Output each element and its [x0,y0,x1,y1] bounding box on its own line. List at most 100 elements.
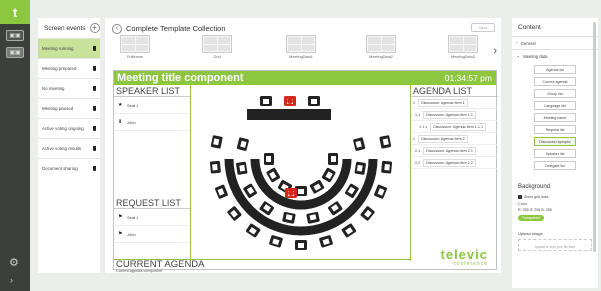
agenda-item[interactable]: 2.1 Discussion: Agenda Item 2.1 [411,145,498,157]
agenda-item[interactable]: 1.1.1 Discussion: Agenda Item 1.1.1 [411,121,498,133]
agenda-number: 2.2 [415,160,421,165]
seat-icon[interactable] [236,137,250,151]
seat-icon[interactable] [379,135,392,149]
page-title: Complete Template Collection [126,24,226,33]
agenda-text: Discussion: Agenda Item 1.1.1 [430,122,487,131]
trash-icon[interactable] [93,46,96,51]
seat-icon[interactable] [236,161,248,175]
seat-icon[interactable] [269,235,283,248]
seat-icon[interactable] [360,206,375,222]
trash-icon[interactable] [93,86,96,91]
meeting-data-button[interactable]: Delegate list [534,161,576,170]
seat-icon[interactable] [210,135,223,149]
agenda-item[interactable]: 1 Discussion: Agenda Item 1 [411,97,498,109]
expand-icon[interactable]: › [10,275,13,285]
agenda-item[interactable]: 2 Discussion: Agenda Item 2 [411,133,498,145]
event-item[interactable]: Active voting results [38,138,100,158]
active-seat-icon[interactable] [284,96,296,106]
seat-cushion [356,164,363,172]
meeting-data-button[interactable]: Group list [534,89,576,98]
template-thumbnail[interactable]: MeetingData3 [443,35,483,59]
discussion-synoptic[interactable] [190,85,411,261]
meeting-data-button[interactable]: Request list [534,125,576,134]
seat-icon[interactable] [328,153,338,165]
seat-icon[interactable] [327,201,343,216]
trash-icon[interactable] [93,126,96,131]
seat-icon[interactable] [260,96,272,106]
agenda-list[interactable]: AGENDA LIST 1 Discussion: Agenda Item 1 1.… [411,86,498,261]
event-item[interactable]: Meeting running [38,38,100,58]
rgb-values[interactable]: R: 255 G: 255 B: 255 [512,208,598,212]
seat-icon[interactable] [266,167,281,183]
show-grid-checkbox[interactable]: Show grid lines [512,195,598,199]
event-item[interactable]: Document sharing [38,158,100,178]
meeting-title-bar[interactable]: Meeting title component 01:34:57 pm [114,71,496,85]
add-event-button[interactable]: + [89,23,100,33]
seat-icon[interactable] [353,137,366,151]
seat-plan [209,96,393,250]
template-thumbnail[interactable]: MeetingData1 [281,35,321,59]
event-item[interactable]: Meeting prepared [38,58,100,78]
event-item[interactable]: No meeting [38,78,100,98]
seat-icon[interactable] [306,211,320,224]
request-row: ⚑ Seat 1 [114,209,190,226]
content-section[interactable]: › General [512,36,598,49]
trash-icon[interactable] [93,166,96,171]
content-scrollbar[interactable] [593,22,596,252]
preview-cell [381,37,394,44]
content-section[interactable]: ⌄ Meeting data [512,49,598,62]
seat-icon[interactable] [381,160,393,174]
meeting-data-button[interactable]: Language list [534,101,576,110]
seat-icon[interactable] [227,206,242,222]
template-thumbnail[interactable]: MeetingData2 [361,35,401,59]
seat-icon[interactable] [374,184,388,199]
seat-icon[interactable] [341,223,357,238]
file-dropzone[interactable]: Upload or drop your file here [518,239,592,251]
agenda-item[interactable]: 2.2 Discussion: Agenda Item 2.2 [411,157,498,169]
trash-icon[interactable] [93,106,96,111]
save-button[interactable]: Save [471,23,495,32]
agenda-text: Discussion: Agenda Item 1.1 [423,110,476,119]
event-item[interactable]: Meeting paused [38,98,100,118]
next-templates-button[interactable]: › [493,45,497,57]
back-button[interactable]: ‹ [112,24,122,34]
seat-icon[interactable] [321,167,336,183]
preview-cell [368,37,381,44]
seat-icon[interactable] [209,160,221,174]
seat-icon[interactable] [308,96,320,106]
content-sections: › General ⌄ Meeting data [512,36,598,62]
meeting-data-button[interactable]: Current agenda [534,77,576,86]
active-seat-icon[interactable] [285,188,297,198]
meeting-data-button[interactable]: Agenda list [534,65,576,74]
transparent-button[interactable]: Transparent [518,215,544,221]
trash-icon[interactable] [93,146,96,151]
preview-cell [122,44,135,51]
seat-icon[interactable] [215,184,229,199]
meeting-data-button[interactable]: Speaker list [534,149,576,158]
request-row: ⚑ John [114,226,190,243]
seat-icon[interactable] [309,179,325,194]
event-item[interactable]: Active voting ongoing [38,118,100,138]
seat-icon[interactable] [264,153,274,165]
trash-icon[interactable] [93,66,96,71]
seat-icon[interactable] [282,211,296,224]
current-agenda[interactable]: CURRENT AGENDA Current agenda component [114,259,411,273]
template-thumbnail[interactable]: Grid [197,35,237,59]
seat-icon[interactable] [354,161,366,175]
seat-icon[interactable] [344,183,359,199]
agenda-item[interactable]: 1.1 Discussion: Agenda Item 1.1 [411,109,498,121]
rail-layout-button[interactable]: ▣▣ [6,47,24,58]
speaker-list[interactable]: SPEAKER LIST ★ Seat 1 ⬇ John [114,86,190,144]
gear-icon[interactable]: ⚙ [9,256,19,269]
seat-icon[interactable] [243,183,258,199]
seat-icon[interactable] [245,223,261,238]
seat-cushion [311,99,317,104]
seat-icon[interactable] [295,240,307,250]
template-thumbnail[interactable]: Fullframe [115,35,155,59]
seat-icon[interactable] [319,235,333,248]
meeting-data-button[interactable]: Discussion synoptic [534,137,576,146]
meeting-data-button[interactable]: Meeting name [534,113,576,122]
rail-screens-button[interactable]: ▣▣ [6,30,24,41]
request-list[interactable]: REQUEST LIST ⚑ Seat 1 ⚑ John [114,198,190,260]
seat-icon[interactable] [259,201,275,216]
